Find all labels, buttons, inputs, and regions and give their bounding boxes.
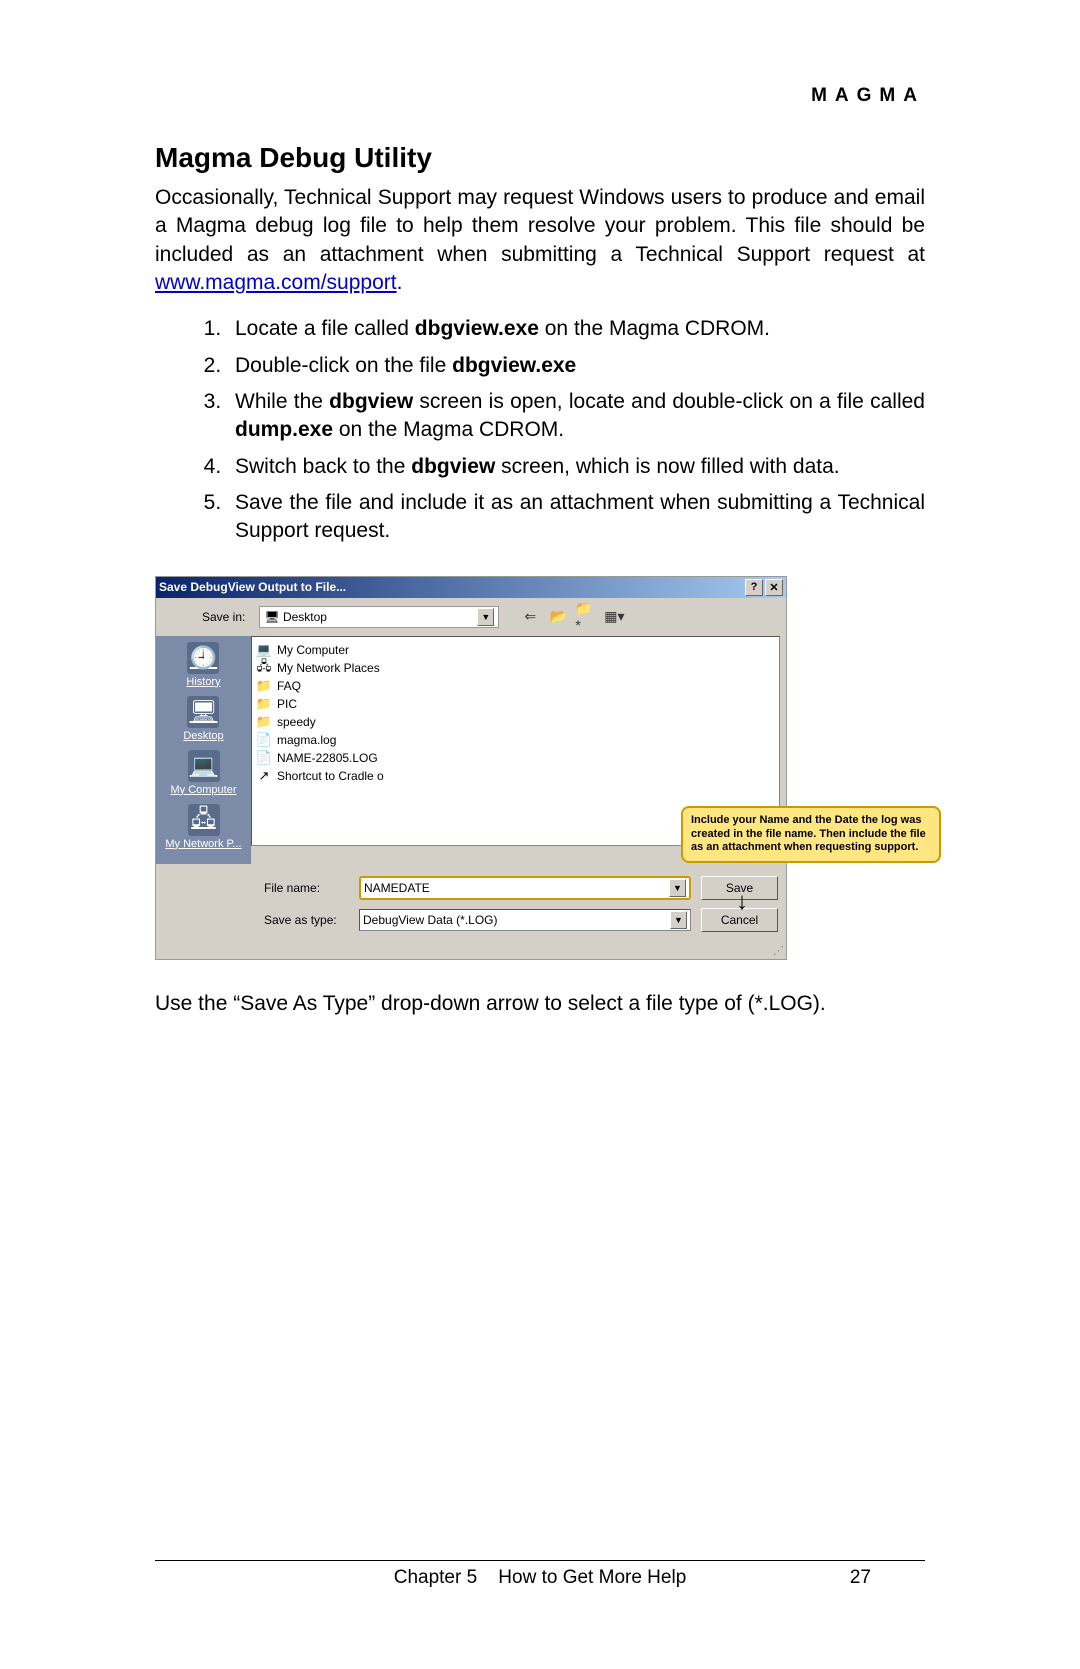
annotation-callout: Include your Name and the Date the log w… xyxy=(681,806,941,863)
support-link[interactable]: www.magma.com/support xyxy=(155,271,397,294)
sidebar-desktop[interactable]: 🖥Desktop xyxy=(183,696,223,742)
places-sidebar: 🕘History 🖥Desktop 💻My Computer 🖧My Netwo… xyxy=(156,636,251,864)
list-item[interactable]: 📄magma.log xyxy=(256,731,775,749)
resize-grip-icon[interactable]: ⋰ xyxy=(156,944,786,959)
folder-icon: 📁 xyxy=(256,714,272,730)
log-file-icon: 📄 xyxy=(256,750,272,766)
view-menu-icon[interactable]: ▦▾ xyxy=(603,607,625,627)
dropdown-arrow-icon[interactable]: ▼ xyxy=(670,911,687,929)
list-item[interactable]: 📄NAME-22805.LOG xyxy=(256,749,775,767)
instruction-list: Locate a file called dbgview.exe on the … xyxy=(155,315,925,545)
header-brand: MAGMA xyxy=(155,85,925,107)
computer-icon: 💻 xyxy=(188,750,220,782)
sidebar-history[interactable]: 🕘History xyxy=(186,642,220,688)
filename-input[interactable]: NAMEDATE▼ xyxy=(359,876,691,900)
computer-icon: 💻 xyxy=(256,642,272,658)
list-item[interactable]: 📁PIC xyxy=(256,695,775,713)
section-title: Magma Debug Utility xyxy=(155,142,925,174)
folder-icon: 📁 xyxy=(256,696,272,712)
help-button[interactable]: ? xyxy=(745,579,763,596)
history-icon: 🕘 xyxy=(187,642,219,674)
new-folder-icon[interactable]: 📁* xyxy=(575,607,597,627)
dropdown-arrow-icon[interactable]: ▼ xyxy=(477,608,494,626)
savetype-label: Save as type: xyxy=(264,913,349,927)
closing-paragraph: Use the “Save As Type” drop-down arrow t… xyxy=(155,990,925,1018)
filename-label: File name: xyxy=(264,881,349,895)
intro-paragraph: Occasionally, Technical Support may requ… xyxy=(155,184,925,297)
savetype-dropdown[interactable]: DebugView Data (*.LOG)▼ xyxy=(359,909,691,931)
dialog-titlebar: Save DebugView Output to File... ? ✕ xyxy=(156,577,786,598)
callout-arrow-icon: ↓ xyxy=(736,888,748,916)
list-item[interactable]: 🖧My Network Places xyxy=(256,659,775,677)
dialog-title: Save DebugView Output to File... xyxy=(159,580,346,594)
up-icon[interactable]: 📂 xyxy=(547,607,569,627)
back-icon[interactable]: ⇐ xyxy=(519,607,541,627)
list-item[interactable]: ↗Shortcut to Cradle o xyxy=(256,767,775,785)
desktop-icon: 🖥 xyxy=(264,610,283,624)
list-item[interactable]: 📁speedy xyxy=(256,713,775,731)
dialog-toolbar: Save in: 🖥 Desktop ▼ ⇐ 📂 📁* ▦▾ xyxy=(156,598,786,636)
save-in-label: Save in: xyxy=(202,610,245,624)
dropdown-arrow-icon[interactable]: ▼ xyxy=(669,879,686,897)
folder-icon: 📁 xyxy=(256,678,272,694)
list-item[interactable]: 💻My Computer xyxy=(256,641,775,659)
list-item[interactable]: 📁FAQ xyxy=(256,677,775,695)
sidebar-network[interactable]: 🖧My Network P... xyxy=(165,804,241,850)
network-icon: 🖧 xyxy=(256,660,272,676)
save-in-dropdown[interactable]: 🖥 Desktop ▼ xyxy=(259,606,499,628)
network-icon: 🖧 xyxy=(188,804,220,836)
desktop-sidebar-icon: 🖥 xyxy=(187,696,219,728)
page-footer: Chapter 5 How to Get More Help27 xyxy=(155,1560,925,1589)
sidebar-mycomputer[interactable]: 💻My Computer xyxy=(170,750,236,796)
save-dialog: Save DebugView Output to File... ? ✕ Sav… xyxy=(155,576,787,960)
close-button[interactable]: ✕ xyxy=(765,579,783,596)
shortcut-icon: ↗ xyxy=(256,768,272,784)
log-file-icon: 📄 xyxy=(256,732,272,748)
